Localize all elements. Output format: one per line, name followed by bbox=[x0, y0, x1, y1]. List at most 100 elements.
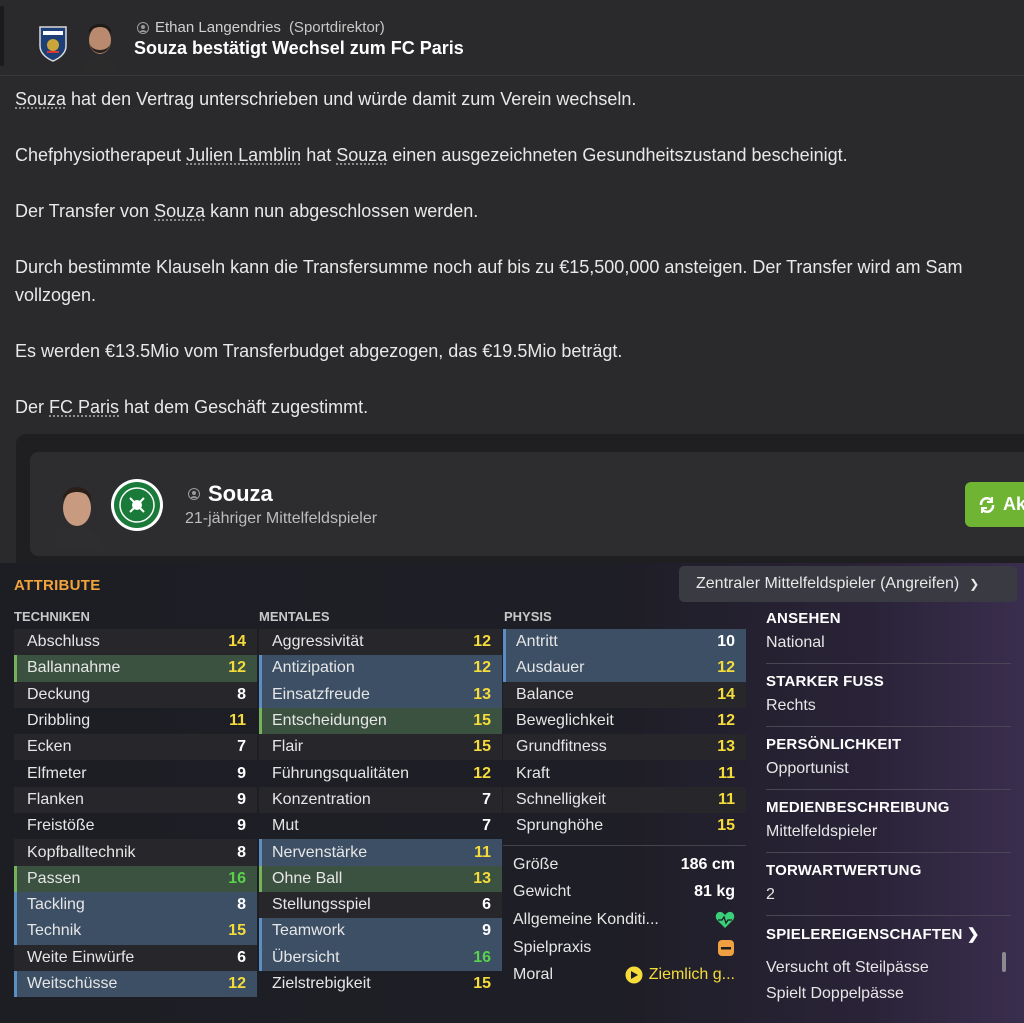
attribute-value: 15 bbox=[228, 922, 246, 940]
club-crest-icon[interactable] bbox=[38, 24, 68, 62]
attribute-row[interactable]: Deckung 8 bbox=[14, 681, 257, 708]
attribute-row[interactable]: Schnelligkeit 11 bbox=[503, 786, 746, 814]
player-card bbox=[30, 452, 1024, 556]
attribute-row[interactable]: Sprunghöhe 15 bbox=[503, 813, 746, 839]
attribute-row[interactable]: Beweglichkeit 12 bbox=[503, 708, 746, 734]
attribute-row[interactable]: Entscheidungen 15 bbox=[259, 707, 502, 735]
paragraph-text: Der Transfer von bbox=[15, 201, 155, 221]
attribute-name: Ausdauer bbox=[516, 659, 585, 677]
attribute-value: 8 bbox=[237, 896, 246, 914]
palmeiras-crest-icon[interactable] bbox=[110, 478, 164, 532]
attribute-value: 12 bbox=[473, 633, 491, 651]
attribute-row[interactable]: Flanken 9 bbox=[14, 786, 257, 814]
attribute-value: 16 bbox=[228, 869, 246, 887]
media-description-block: MEDIENBESCHREIBUNG Mittelfeldspieler bbox=[766, 799, 1011, 841]
attribute-name: Übersicht bbox=[272, 948, 340, 966]
paragraph-text: hat den Vertrag unterschrieben und würde… bbox=[66, 89, 637, 109]
weight-value: 81 kg bbox=[694, 883, 735, 901]
attribute-row[interactable]: Antizipation 12 bbox=[259, 655, 502, 682]
attribute-row[interactable]: Tackling 8 bbox=[14, 891, 257, 919]
divider bbox=[503, 845, 746, 846]
attribute-row[interactable]: Antritt 10 bbox=[503, 629, 746, 656]
attribute-row[interactable]: Weite Einwürfe 6 bbox=[14, 944, 257, 971]
attribute-row[interactable]: Freistöße 9 bbox=[14, 813, 257, 839]
media-description-label: MEDIENBESCHREIBUNG bbox=[766, 799, 950, 816]
attribute-row[interactable]: Kraft 11 bbox=[503, 760, 746, 786]
accept-button[interactable]: Ak bbox=[965, 482, 1024, 527]
attribute-value: 9 bbox=[482, 922, 491, 940]
preferred-foot-label: STARKER FUSS bbox=[766, 673, 884, 690]
message-paragraph-1: Souza hat den Vertrag unterschrieben und… bbox=[15, 89, 636, 110]
attribute-value: 11 bbox=[474, 843, 491, 861]
condition-row[interactable]: Allgemeine Konditi... bbox=[503, 906, 746, 934]
attribute-name: Nervenstärke bbox=[272, 843, 368, 861]
sender-line: Ethan Langendries (Sportdirektor) bbox=[137, 19, 385, 36]
club-link[interactable]: FC Paris bbox=[49, 397, 119, 417]
attribute-name: Einsatzfreude bbox=[272, 685, 370, 703]
morale-arrow-icon bbox=[625, 966, 643, 984]
attribute-name: Sprunghöhe bbox=[516, 817, 604, 835]
preferred-foot-block: STARKER FUSS Rechts bbox=[766, 673, 1011, 715]
refresh-icon bbox=[979, 496, 995, 513]
weight-label: Gewicht bbox=[513, 883, 571, 901]
trait-item: Versucht oft Steilpässe bbox=[766, 959, 929, 976]
message-subject: Souza bestätigt Wechsel zum FC Paris bbox=[134, 38, 464, 58]
divider bbox=[766, 789, 1011, 790]
attribute-row[interactable]: Ecken 7 bbox=[14, 734, 257, 761]
attribute-row[interactable]: Ballannahme 12 bbox=[14, 655, 257, 682]
role-select-value: Zentraler Mittelfeldspieler (Angreifen) bbox=[696, 575, 960, 592]
attribute-row[interactable]: Stellungsspiel 6 bbox=[259, 891, 502, 919]
attribute-row[interactable]: Technik 15 bbox=[14, 918, 257, 945]
attribute-row[interactable]: Konzentration 7 bbox=[259, 786, 502, 814]
attribute-row[interactable]: Mut 7 bbox=[259, 813, 502, 839]
physio-link[interactable]: Julien Lamblin bbox=[186, 145, 301, 165]
attribute-row[interactable]: Grundfitness 13 bbox=[503, 734, 746, 761]
attribute-row[interactable]: Nervenstärke 11 bbox=[259, 839, 502, 866]
player-link[interactable]: Souza bbox=[15, 89, 66, 109]
message-paragraph-4: Durch bestimmte Klauseln kann die Transf… bbox=[15, 257, 963, 277]
physis-extra-list: Größe 186 cm Gewicht 81 kg Allgemeine Ko… bbox=[503, 851, 746, 989]
attribute-row[interactable]: Ausdauer 12 bbox=[503, 655, 746, 682]
attribute-value: 16 bbox=[473, 948, 491, 966]
message-paragraph-3: Der Transfer von Souza kann nun abgeschl… bbox=[15, 201, 478, 222]
player-link[interactable]: Souza bbox=[154, 201, 205, 221]
attribute-value: 15 bbox=[473, 975, 491, 992]
attribute-value: 15 bbox=[473, 712, 491, 730]
role-select[interactable]: Zentraler Mittelfeldspieler (Angreifen) … bbox=[679, 566, 1017, 602]
traits-scrollbar[interactable] bbox=[1002, 952, 1006, 972]
attribute-row[interactable]: Aggressivität 12 bbox=[259, 629, 502, 656]
attribute-row[interactable]: Flair 15 bbox=[259, 734, 502, 761]
match-practice-row[interactable]: Spielpraxis bbox=[503, 934, 746, 962]
chevron-right-icon: ❯ bbox=[966, 926, 980, 943]
attribute-row[interactable]: Führungsqualitäten 12 bbox=[259, 760, 502, 786]
player-avatar[interactable] bbox=[50, 478, 104, 548]
attribute-row[interactable]: Ohne Ball 13 bbox=[259, 865, 502, 892]
morale-row[interactable]: Moral Ziemlich g... bbox=[503, 961, 746, 989]
player-traits-header[interactable]: SPIELEREIGENSCHAFTEN ❯ bbox=[766, 925, 1011, 943]
attribute-row[interactable]: Zielstrebigkeit 15 bbox=[259, 971, 502, 997]
sender-avatar[interactable] bbox=[78, 16, 122, 72]
sender-name[interactable]: Ethan Langendries bbox=[155, 19, 281, 36]
attribute-name: Führungsqualitäten bbox=[272, 764, 409, 782]
reputation-value: National bbox=[766, 634, 825, 651]
player-description: 21-jähriger Mittelfeldspieler bbox=[185, 510, 378, 527]
goalkeeper-rating-value: 2 bbox=[766, 886, 775, 903]
attribute-row[interactable]: Kopfballtechnik 8 bbox=[14, 839, 257, 866]
attribute-row[interactable]: Weitschüsse 12 bbox=[14, 970, 257, 998]
attribute-row[interactable]: Elfmeter 9 bbox=[14, 760, 257, 786]
attribute-row[interactable]: Balance 14 bbox=[503, 681, 746, 708]
player-name[interactable]: Souza bbox=[208, 481, 273, 507]
attribute-value: 7 bbox=[482, 790, 491, 808]
attribute-row[interactable]: Passen 16 bbox=[14, 865, 257, 892]
attribute-row[interactable]: Teamwork 9 bbox=[259, 918, 502, 945]
attribute-name: Freistöße bbox=[27, 817, 95, 835]
attribute-row[interactable]: Einsatzfreude 13 bbox=[259, 681, 502, 708]
accept-button-label: Ak bbox=[1003, 494, 1024, 514]
attribute-value: 8 bbox=[237, 685, 246, 703]
attribute-name: Kopfballtechnik bbox=[27, 843, 136, 861]
player-link[interactable]: Souza bbox=[336, 145, 387, 165]
mentales-header: MENTALES bbox=[259, 609, 330, 624]
attribute-row[interactable]: Abschluss 14 bbox=[14, 629, 257, 656]
attribute-row[interactable]: Dribbling 11 bbox=[14, 708, 257, 734]
attribute-row[interactable]: Übersicht 16 bbox=[259, 944, 502, 971]
